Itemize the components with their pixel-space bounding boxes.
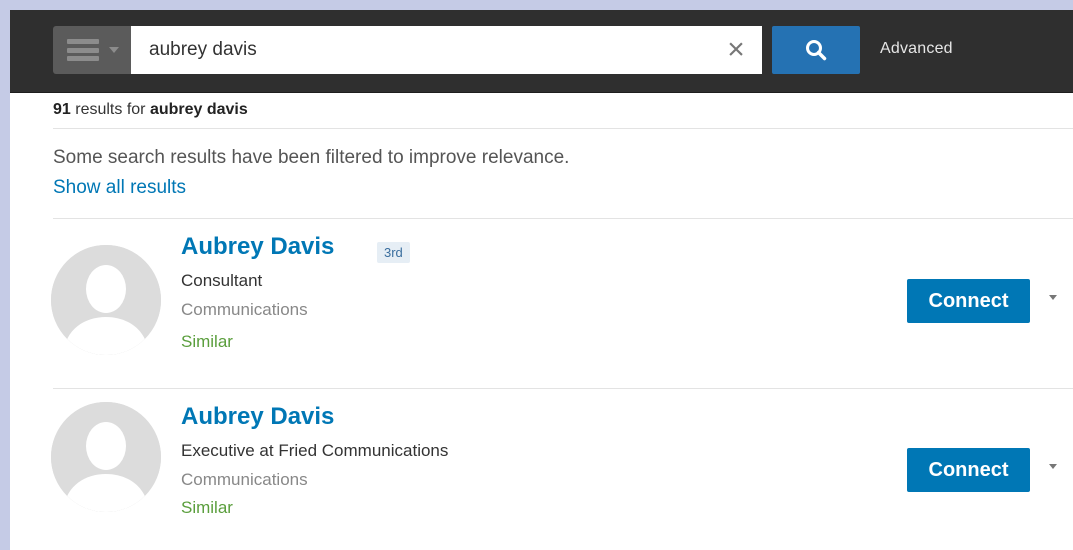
search-result: Aubrey Davis Executive at Fried Communic… bbox=[10, 400, 1073, 550]
result-name[interactable]: Aubrey Davis bbox=[181, 403, 334, 431]
page-frame: × Advanced 91 results for aubrey davis S… bbox=[10, 10, 1073, 550]
menu-icon bbox=[67, 39, 99, 61]
search-button[interactable] bbox=[772, 26, 860, 74]
avatar[interactable] bbox=[51, 402, 161, 512]
result-headline: Executive at Fried Communications bbox=[181, 441, 449, 460]
close-icon[interactable]: × bbox=[722, 35, 750, 65]
search-result: Aubrey Davis 3rd Consultant Communicatio… bbox=[10, 228, 1073, 378]
chevron-down-icon[interactable] bbox=[1049, 295, 1057, 300]
search-input[interactable] bbox=[131, 26, 721, 74]
connection-degree-badge: 3rd bbox=[377, 242, 410, 263]
similar-link[interactable]: Similar bbox=[181, 498, 233, 518]
chevron-down-icon bbox=[109, 47, 119, 53]
connect-button[interactable]: Connect bbox=[907, 448, 1030, 492]
results-count: 91 bbox=[53, 101, 71, 118]
divider bbox=[53, 218, 1073, 219]
menu-button[interactable] bbox=[53, 26, 131, 74]
result-industry: Communications bbox=[181, 470, 308, 489]
chevron-down-icon[interactable] bbox=[1049, 464, 1057, 469]
avatar[interactable] bbox=[51, 245, 161, 355]
results-query: aubrey davis bbox=[149, 101, 248, 118]
advanced-search-link[interactable]: Advanced bbox=[880, 40, 953, 58]
filtered-notice: Some search results have been filtered t… bbox=[53, 147, 570, 168]
results-for-text: results for bbox=[70, 101, 150, 118]
divider bbox=[53, 388, 1073, 389]
result-headline: Consultant bbox=[181, 271, 263, 290]
avatar-placeholder-icon bbox=[51, 402, 161, 512]
top-navigation-bar: × Advanced bbox=[10, 10, 1073, 93]
divider bbox=[53, 128, 1073, 129]
result-industry: Communications bbox=[181, 300, 308, 319]
avatar-placeholder-icon bbox=[51, 245, 161, 355]
connect-button[interactable]: Connect bbox=[907, 279, 1030, 323]
results-summary: 91 results for aubrey davis bbox=[53, 101, 248, 119]
search-box: × bbox=[131, 26, 762, 74]
search-icon bbox=[806, 40, 827, 61]
similar-link[interactable]: Similar bbox=[181, 332, 233, 352]
result-name[interactable]: Aubrey Davis bbox=[181, 233, 334, 261]
show-all-results-link[interactable]: Show all results bbox=[53, 177, 186, 199]
